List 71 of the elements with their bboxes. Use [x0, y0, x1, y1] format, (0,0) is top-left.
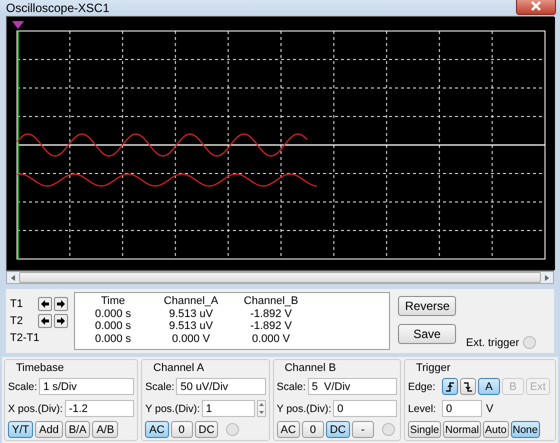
level-field[interactable]: 0: [442, 400, 482, 417]
scroll-right-icon[interactable]: [543, 274, 551, 282]
scale-field[interactable]: 50 uV/Div: [176, 378, 266, 395]
field-label: Edge:: [408, 380, 436, 392]
position-field[interactable]: -1.2: [64, 400, 134, 417]
position-field[interactable]: 1: [202, 400, 255, 417]
coupling-button[interactable]: DC: [194, 421, 218, 438]
field-label: X pos.(Div):: [8, 402, 63, 414]
coupling-button[interactable]: 0: [302, 421, 324, 438]
left-arrow-button[interactable]: [38, 297, 52, 311]
close-icon: [530, 1, 542, 11]
trigger-mode-button[interactable]: Normal: [443, 421, 481, 438]
trigger-mode-button[interactable]: Auto: [483, 421, 509, 438]
coupling-button[interactable]: 0: [170, 421, 193, 438]
source-button[interactable]: A: [478, 378, 500, 395]
action-button[interactable]: Reverse: [398, 296, 456, 316]
column-header: Time: [100, 295, 126, 308]
cursor-label: T2: [10, 315, 24, 327]
table-cell-text: 0.000 s: [94, 320, 132, 332]
scale-field[interactable]: 5 V/Div: [308, 378, 397, 395]
table-cell-text: 0.000 V: [171, 332, 211, 345]
field-label: Y pos.(Div):: [145, 402, 200, 414]
table-cell-text: 0.000 V: [251, 332, 291, 345]
left-arrow-button[interactable]: [38, 314, 52, 328]
terminal-indicator: [226, 423, 240, 436]
table-cell-text: -1.892 V: [249, 308, 293, 320]
column-header: Channel_B: [242, 295, 300, 308]
table-cell-text: -1.892 V: [249, 320, 293, 332]
terminal-indicator: [382, 423, 395, 436]
cursor-label: T1: [10, 298, 24, 310]
falling-edge-icon: [462, 382, 473, 392]
edge-button[interactable]: [460, 378, 476, 395]
unit-label: V: [486, 402, 494, 414]
right-arrow-button[interactable]: [54, 314, 68, 328]
edge-button[interactable]: [442, 378, 458, 395]
table-cell-text: 0.000 s: [94, 308, 132, 320]
coupling-button[interactable]: AC: [145, 421, 169, 438]
table-cell-text: 9.513 uV: [168, 308, 214, 320]
mode-button[interactable]: A/B: [92, 421, 118, 438]
mode-button[interactable]: Y/T: [8, 421, 34, 438]
coupling-button[interactable]: AC: [276, 421, 300, 438]
coupling-button[interactable]: -: [352, 421, 374, 438]
column-header: Channel_A: [162, 295, 220, 308]
spinner-button[interactable]: [256, 400, 266, 417]
coupling-button[interactable]: DC: [326, 421, 350, 438]
trigger-mode-button[interactable]: Single: [408, 421, 442, 438]
terminal-indicator: [523, 336, 536, 349]
group-title: Channel A: [152, 362, 206, 374]
field-label: Scale:: [8, 380, 38, 392]
position-field[interactable]: 0: [333, 400, 397, 417]
rising-edge-icon: [444, 382, 455, 392]
right-arrow-button[interactable]: [54, 297, 68, 311]
mode-button[interactable]: Add: [35, 421, 63, 438]
trigger-mode-button[interactable]: None: [510, 421, 540, 438]
scale-field[interactable]: 1 s/Div: [39, 378, 134, 395]
action-button[interactable]: Save: [398, 324, 456, 344]
group-title: Trigger: [414, 362, 452, 374]
field-label: Scale:: [276, 380, 306, 392]
window-title: Oscilloscope-XSC1: [6, 1, 110, 15]
scroll-left-icon[interactable]: [9, 274, 17, 282]
group-title: Channel B: [284, 362, 337, 374]
horizontal-scrollbar[interactable]: [6, 271, 554, 284]
field-label: Y pos.(Div):: [276, 402, 332, 414]
field-label: Scale:: [145, 380, 174, 392]
table-cell-text: 0.000 s: [94, 332, 132, 345]
close-button[interactable]: [516, 0, 556, 15]
field-label: Level:: [408, 402, 437, 414]
mode-button[interactable]: B/A: [64, 421, 90, 438]
ext-trigger-label: Ext. trigger: [466, 336, 520, 348]
group-title: Timebase: [15, 362, 65, 374]
table-cell-text: 9.513 uV: [168, 320, 214, 332]
